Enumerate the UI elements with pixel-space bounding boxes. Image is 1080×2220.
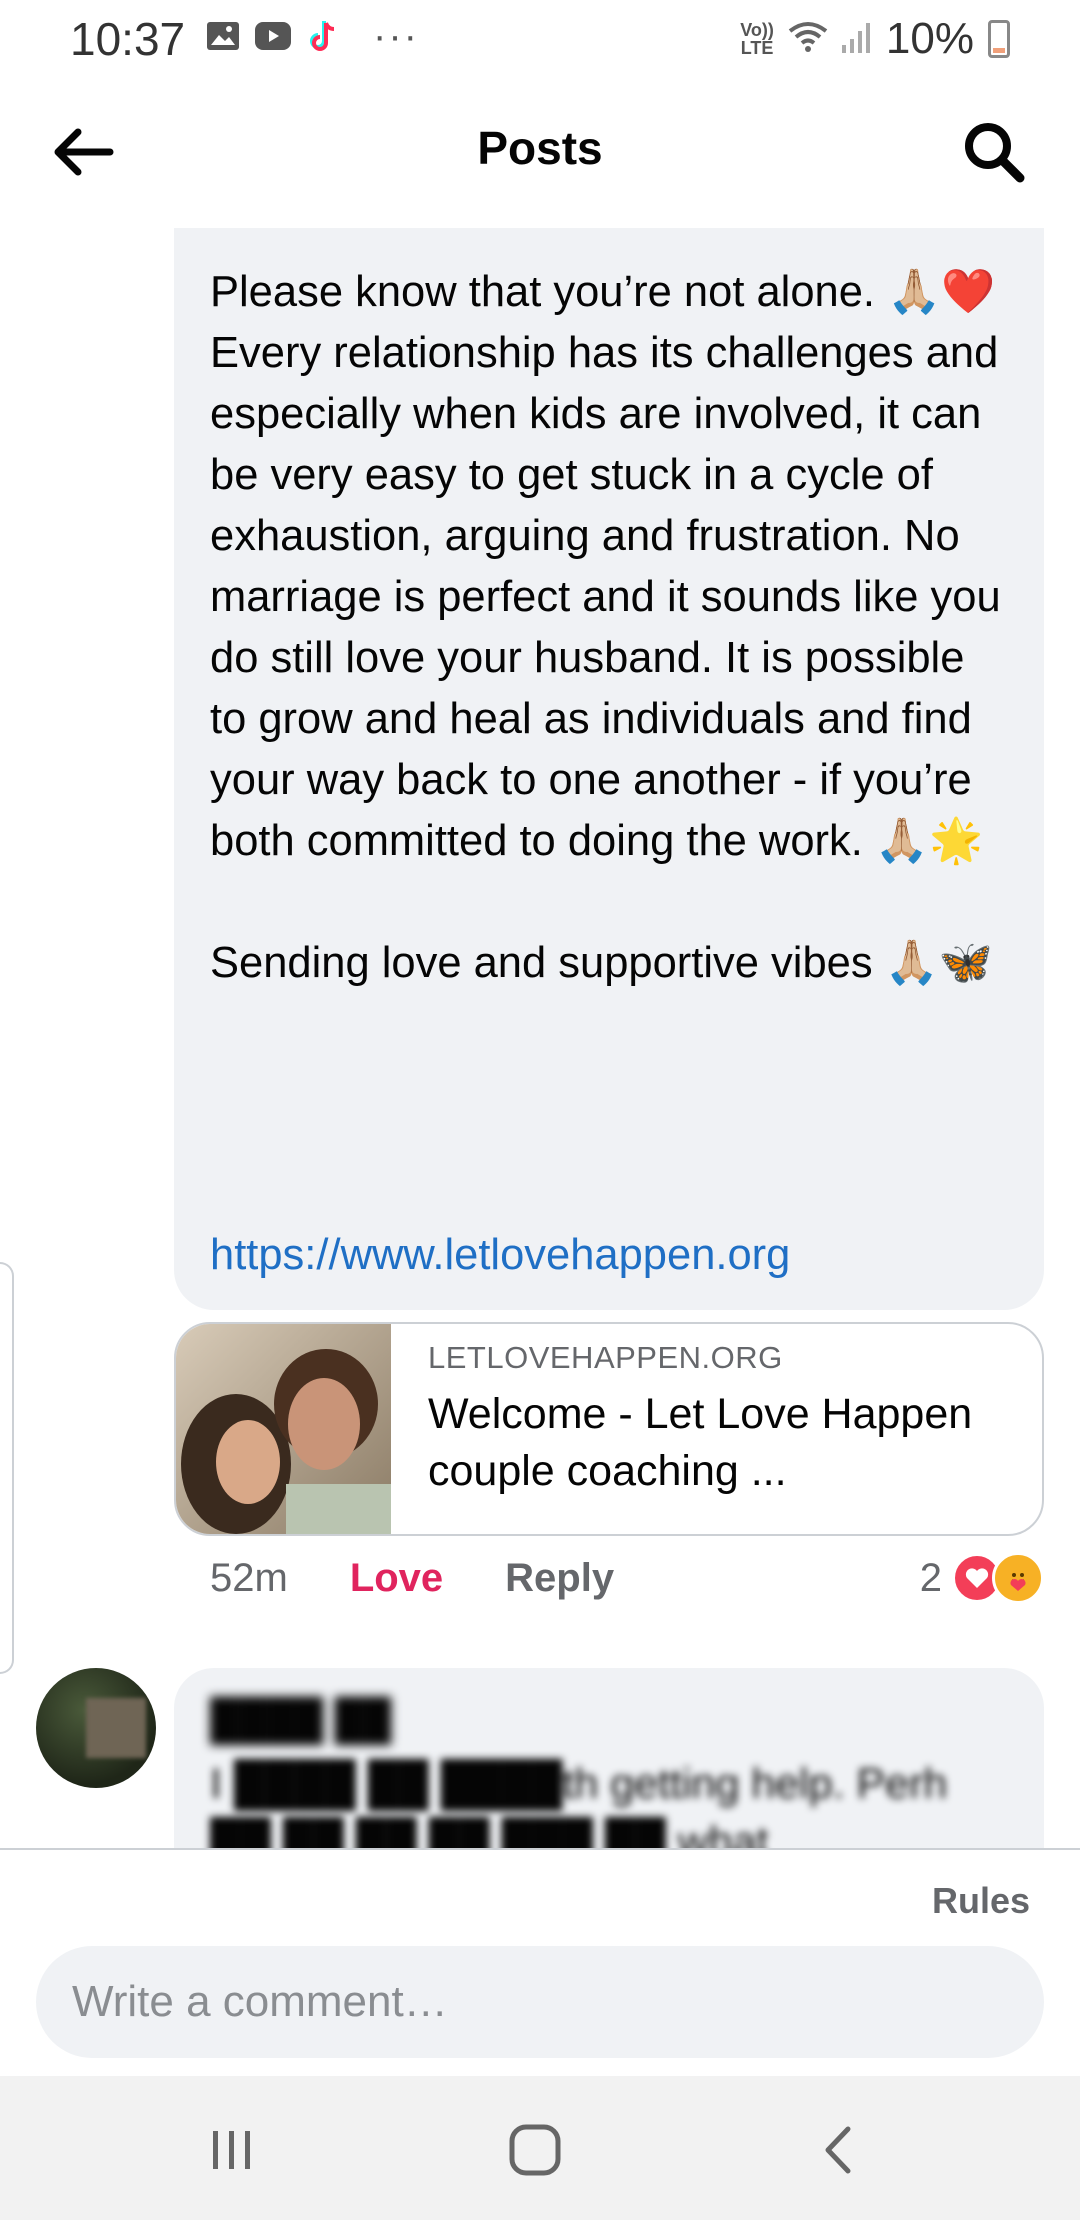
next-comment-bubble[interactable]: ████ ██ I ████ ██ ████th getting help. P… bbox=[174, 1668, 1044, 1848]
battery-percent: 10% bbox=[885, 14, 974, 63]
nav-back-button[interactable] bbox=[808, 2120, 868, 2180]
image-icon bbox=[205, 20, 241, 52]
posts-header: Posts bbox=[0, 76, 1080, 224]
status-system-icons: Vo)) LTE 10% bbox=[740, 14, 1010, 64]
reply-button[interactable]: Reply bbox=[505, 1556, 614, 1601]
reaction-summary[interactable]: 2 bbox=[920, 1552, 1044, 1604]
youtube-icon bbox=[255, 20, 291, 52]
volte-indicator: Vo)) LTE bbox=[740, 20, 774, 58]
battery-icon bbox=[988, 20, 1010, 58]
thread-rail bbox=[0, 1262, 14, 1674]
more-notifications-icon: ··· bbox=[373, 14, 419, 58]
rules-link[interactable]: Rules bbox=[932, 1880, 1030, 1922]
wifi-icon bbox=[788, 21, 828, 58]
comment-input[interactable] bbox=[36, 1946, 1044, 2058]
search-icon bbox=[965, 123, 1025, 183]
status-notification-icons: ··· bbox=[205, 14, 419, 58]
preview-title: Welcome - Let Love Happen couple coachin… bbox=[428, 1390, 973, 1495]
preview-thumbnail bbox=[176, 1324, 391, 1534]
home-button[interactable] bbox=[505, 2120, 565, 2180]
link-preview-card[interactable]: LETLOVEHAPPEN.ORG Welcome - Let Love Hap… bbox=[174, 1322, 1044, 1536]
comment-actions: 52m Love Reply bbox=[210, 1556, 614, 1601]
system-nav-bar bbox=[0, 2076, 1080, 2220]
comment-timestamp: 52m bbox=[210, 1556, 288, 1600]
preview-domain: LETLOVEHAPPEN.ORG bbox=[428, 1340, 783, 1375]
love-button[interactable]: Love bbox=[350, 1556, 443, 1601]
recents-button[interactable] bbox=[202, 2120, 262, 2180]
status-time: 10:37 bbox=[70, 13, 186, 65]
comment-bubble[interactable]: Please know that you’re not alone. 🙏🏼❤️ … bbox=[174, 228, 1044, 1310]
status-bar: 10:37 ··· Vo)) LTE 10% bbox=[0, 0, 1080, 76]
comment-link[interactable]: https://www.letlovehappen.org bbox=[210, 1231, 790, 1280]
care-reaction-icon bbox=[992, 1552, 1044, 1604]
page-title: Posts bbox=[477, 122, 603, 174]
comment-text: Please know that you’re not alone. 🙏🏼❤️ … bbox=[210, 268, 1001, 987]
comment-composer: Rules bbox=[0, 1848, 1080, 2076]
commenter-avatar[interactable] bbox=[36, 1668, 156, 1788]
recents-icon bbox=[213, 2131, 250, 2169]
next-comment-text: I ████ ██ ████th getting help. Perh ██ █… bbox=[210, 1760, 948, 1848]
commenter-name[interactable]: ████ ██ bbox=[210, 1698, 1008, 1743]
home-icon bbox=[509, 2124, 561, 2176]
reaction-count: 2 bbox=[919, 1555, 942, 1600]
signal-icon bbox=[841, 21, 872, 58]
tiktok-icon bbox=[305, 20, 341, 52]
nav-back-icon bbox=[825, 2126, 851, 2174]
search-button[interactable] bbox=[958, 116, 1030, 188]
